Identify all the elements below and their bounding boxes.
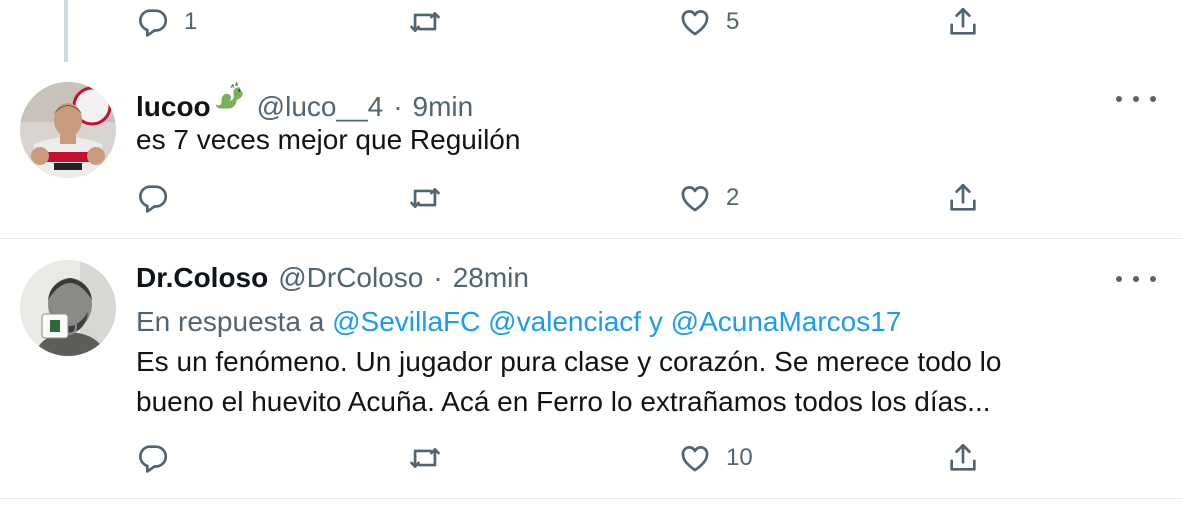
mention-link-valenciacf[interactable]: @valenciacf <box>488 306 641 337</box>
retweet-button[interactable] <box>408 178 456 218</box>
heart-icon <box>681 186 709 212</box>
more-dot-icon <box>1116 276 1122 282</box>
separator-dot: · <box>393 91 403 122</box>
thread-connector-line <box>64 0 68 62</box>
more-options-button[interactable] <box>1116 84 1156 114</box>
user-handle[interactable]: @luco__4 <box>257 91 384 123</box>
mention-link-sevillafc[interactable]: @SevillaFC <box>332 306 480 337</box>
share-button[interactable] <box>946 2 980 42</box>
share-icon <box>950 183 976 211</box>
like-button[interactable]: 5 <box>678 2 739 42</box>
more-dot-icon <box>1133 96 1139 102</box>
share-button[interactable] <box>946 438 980 478</box>
more-dot-icon <box>1133 276 1139 282</box>
avatar[interactable] <box>20 82 116 178</box>
reply-count: 1 <box>184 8 198 35</box>
share-icon <box>950 7 976 35</box>
mention-joiner: y <box>648 306 663 337</box>
heart-icon <box>681 446 709 472</box>
like-count: 5 <box>726 8 740 35</box>
tweet-text: es 7 veces mejor que Reguilón <box>136 124 521 155</box>
reply-button[interactable]: 1 <box>136 2 197 42</box>
share-icon <box>950 443 976 471</box>
reply-button[interactable] <box>136 438 184 478</box>
reply-icon <box>139 9 168 37</box>
tweet-divider <box>0 238 1182 239</box>
separator-dot: · <box>433 262 443 293</box>
mention-link-acunamarcos17[interactable]: @AcunaMarcos17 <box>671 306 902 337</box>
tweet-header: lucoo @luco__4 · 9min <box>136 82 473 123</box>
tweet-text-line: bueno el huevito Acuña. Acá en Ferro lo … <box>136 386 991 417</box>
share-button[interactable] <box>946 178 980 218</box>
prev-tweet-action-bar: 1 5 <box>136 2 996 42</box>
reply-icon <box>139 185 168 213</box>
tweet-action-bar: 10 <box>136 438 996 478</box>
like-count: 10 <box>726 444 753 471</box>
retweet-icon <box>410 12 440 32</box>
more-dot-icon <box>1116 96 1122 102</box>
retweet-icon <box>410 188 440 208</box>
dragon-emoji-icon <box>215 82 243 109</box>
like-button[interactable]: 2 <box>678 178 739 218</box>
display-name[interactable]: Dr.Coloso <box>136 262 268 294</box>
replying-to-line: En respuesta a @SevillaFC @valenciacf y … <box>136 306 901 338</box>
tweet-timestamp[interactable]: 28min <box>453 262 529 294</box>
reply-button[interactable] <box>136 178 184 218</box>
heart-icon <box>681 10 709 36</box>
retweet-icon <box>410 448 440 468</box>
more-options-button[interactable] <box>1116 264 1156 294</box>
more-dot-icon <box>1150 276 1156 282</box>
display-name[interactable]: lucoo <box>136 91 211 123</box>
replying-to-label: En respuesta a <box>136 306 325 337</box>
retweet-button[interactable] <box>408 2 456 42</box>
tweet-text: Es un fenómeno. Un jugador pura clase y … <box>136 342 1096 422</box>
avatar[interactable] <box>20 260 116 356</box>
user-handle[interactable]: @DrColoso <box>278 262 423 294</box>
more-dot-icon <box>1150 96 1156 102</box>
tweet-text-line: Es un fenómeno. Un jugador pura clase y … <box>136 346 1002 377</box>
like-count: 2 <box>726 184 740 211</box>
avatar-image <box>20 260 116 356</box>
reply-icon <box>139 445 168 473</box>
tweet-action-bar: 2 <box>136 178 996 218</box>
tweet-header: Dr.Coloso @DrColoso · 28min <box>136 262 529 294</box>
retweet-button[interactable] <box>408 438 456 478</box>
like-button[interactable]: 10 <box>678 438 753 478</box>
avatar-image <box>20 82 116 178</box>
tweet-divider <box>0 498 1182 499</box>
tweet-timestamp[interactable]: 9min <box>413 91 474 123</box>
